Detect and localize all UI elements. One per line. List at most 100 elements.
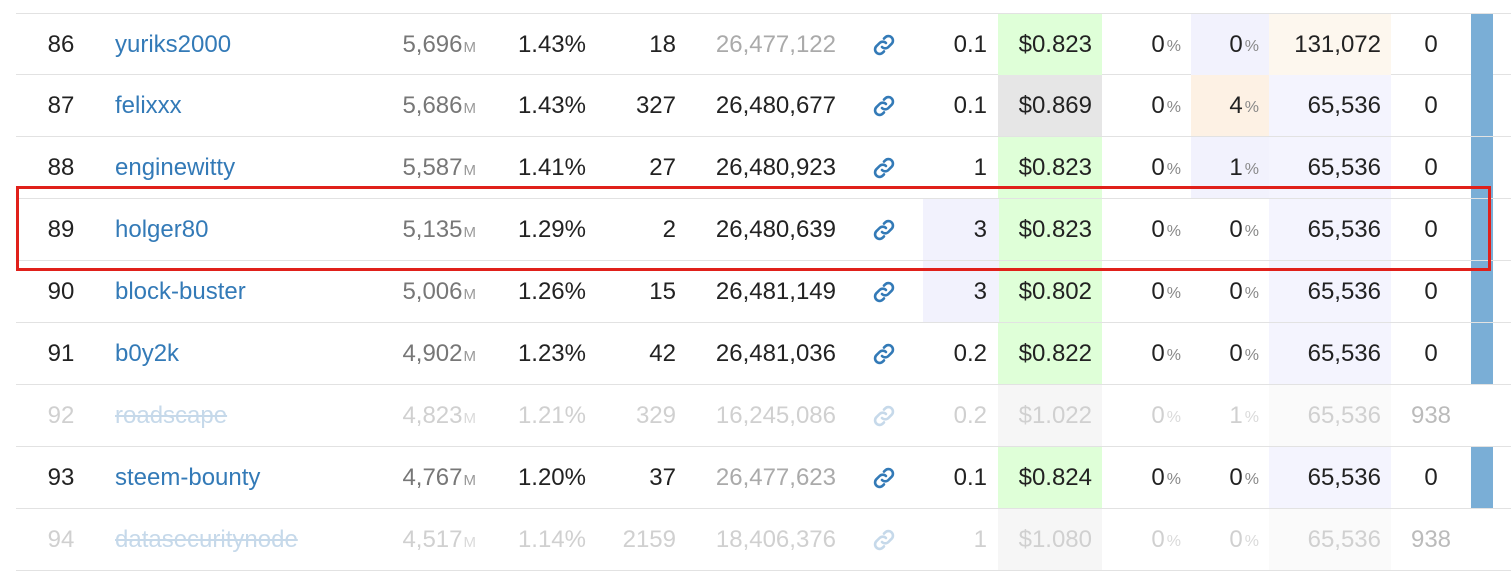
fee-value: 0 <box>1424 339 1438 367</box>
status-bar <box>1471 14 1493 75</box>
link-icon[interactable] <box>864 323 904 384</box>
last-block: 26,480,639 <box>715 215 836 243</box>
missed-blocks: 37 <box>649 463 676 491</box>
link-icon[interactable] <box>864 447 904 508</box>
interest-value: 0% <box>1229 463 1259 491</box>
price-feed: $0.824 <box>1018 463 1092 491</box>
apr-value: 0% <box>1151 277 1181 305</box>
apr-value: 0% <box>1151 525 1181 553</box>
last-block: 26,481,149 <box>715 277 836 305</box>
witness-name-link[interactable]: holger80 <box>115 199 385 260</box>
vote-percent: 1.26% <box>517 277 586 305</box>
missed-blocks: 27 <box>649 153 676 181</box>
rank: 94 <box>47 525 75 553</box>
status-bar <box>1471 75 1493 136</box>
fee-value: 0 <box>1424 91 1438 119</box>
rank: 92 <box>47 401 75 429</box>
witness-name-link[interactable]: yuriks2000 <box>115 14 385 75</box>
table-row[interactable]: 93 steem-bounty 4,767 M 1.20% 37 26,477,6… <box>16 447 1511 509</box>
link-icon[interactable] <box>864 75 904 136</box>
block-size: 131,072 <box>1294 30 1381 58</box>
status-bar <box>1471 447 1493 508</box>
last-block: 26,480,677 <box>715 91 836 119</box>
version: 0.2 <box>953 401 987 429</box>
price-feed: $1.080 <box>1018 525 1092 553</box>
price-feed: $0.822 <box>1018 339 1092 367</box>
vests-value: 4,517 M <box>402 525 476 553</box>
vote-percent: 1.29% <box>517 215 586 243</box>
link-icon[interactable] <box>864 199 904 260</box>
rank: 86 <box>47 30 75 58</box>
status-bar <box>1471 323 1493 384</box>
link-icon[interactable] <box>864 261 904 322</box>
missed-blocks: 42 <box>649 339 676 367</box>
witness-name-link[interactable]: steem-bounty <box>115 447 385 508</box>
block-size: 65,536 <box>1307 401 1381 429</box>
vests-value: 5,686 M <box>402 91 476 119</box>
interest-value: 1% <box>1229 153 1259 181</box>
last-block: 26,477,122 <box>715 30 836 58</box>
table-row[interactable]: 88 enginewitty 5,587 M 1.41% 27 26,480,92… <box>16 137 1511 199</box>
block-size: 65,536 <box>1307 525 1381 553</box>
interest-value: 0% <box>1229 215 1259 243</box>
witness-name-link[interactable]: block-buster <box>115 261 385 322</box>
last-block: 26,480,923 <box>715 153 836 181</box>
interest-value: 0% <box>1229 339 1259 367</box>
fee-value: 938 <box>1410 525 1452 553</box>
vests-value: 5,135 M <box>402 215 476 243</box>
last-block: 26,477,623 <box>715 463 836 491</box>
vests-value: 4,902 M <box>402 339 476 367</box>
missed-blocks: 329 <box>635 401 676 429</box>
apr-value: 0% <box>1151 91 1181 119</box>
table-row[interactable]: 89 holger80 5,135 M 1.29% 2 26,480,639 3 … <box>16 199 1511 261</box>
witness-name-link[interactable]: felixxx <box>115 75 385 136</box>
missed-blocks: 18 <box>649 30 676 58</box>
link-icon[interactable] <box>864 509 904 570</box>
price-feed: $0.823 <box>1018 215 1092 243</box>
vote-percent: 1.14% <box>517 525 586 553</box>
witness-name-link[interactable]: datasecuritynode <box>115 509 385 570</box>
table-row[interactable]: 86 yuriks2000 5,696 M 1.43% 18 26,477,122… <box>16 13 1511 75</box>
version: 1 <box>973 525 987 553</box>
last-block: 16,245,086 <box>715 401 836 429</box>
apr-value: 0% <box>1151 339 1181 367</box>
witness-name-link[interactable]: roadscape <box>115 385 385 446</box>
interest-value: 0% <box>1229 525 1259 553</box>
witness-name-link[interactable]: enginewitty <box>115 137 385 198</box>
link-icon[interactable] <box>864 385 904 446</box>
status-bar <box>1471 261 1493 322</box>
table-row[interactable]: 92 roadscape 4,823 M 1.21% 329 16,245,086… <box>16 385 1511 447</box>
missed-blocks: 15 <box>649 277 676 305</box>
table-row[interactable]: 87 felixxx 5,686 M 1.43% 327 26,480,677 0… <box>16 75 1511 137</box>
vote-percent: 1.23% <box>517 339 586 367</box>
witness-name-link[interactable]: b0y2k <box>115 323 385 384</box>
apr-value: 0% <box>1151 215 1181 243</box>
block-size: 65,536 <box>1307 339 1381 367</box>
fee-value: 938 <box>1410 401 1452 429</box>
interest-value: 0% <box>1229 30 1259 58</box>
version: 0.2 <box>953 339 987 367</box>
block-size: 65,536 <box>1307 277 1381 305</box>
block-size: 65,536 <box>1307 91 1381 119</box>
apr-value: 0% <box>1151 30 1181 58</box>
block-size: 65,536 <box>1307 153 1381 181</box>
link-icon[interactable] <box>864 137 904 198</box>
version: 0.1 <box>953 91 987 119</box>
table-row[interactable]: 90 block-buster 5,006 M 1.26% 15 26,481,1… <box>16 261 1511 323</box>
version: 1 <box>973 153 987 181</box>
vote-percent: 1.43% <box>517 91 586 119</box>
rank: 89 <box>47 215 75 243</box>
vote-percent: 1.20% <box>517 463 586 491</box>
witness-table: 86 yuriks2000 5,696 M 1.43% 18 26,477,122… <box>16 13 1511 571</box>
apr-value: 0% <box>1151 153 1181 181</box>
table-row[interactable]: 94 datasecuritynode 4,517 M 1.14% 2159 18… <box>16 509 1511 571</box>
rank: 90 <box>47 277 75 305</box>
vests-value: 5,696 M <box>402 30 476 58</box>
rank: 87 <box>47 91 75 119</box>
link-icon[interactable] <box>864 14 904 75</box>
vests-value: 5,006 M <box>402 277 476 305</box>
interest-value: 0% <box>1229 277 1259 305</box>
rank: 93 <box>47 463 75 491</box>
version: 3 <box>973 277 987 305</box>
table-row[interactable]: 91 b0y2k 4,902 M 1.23% 42 26,481,036 0.2 … <box>16 323 1511 385</box>
